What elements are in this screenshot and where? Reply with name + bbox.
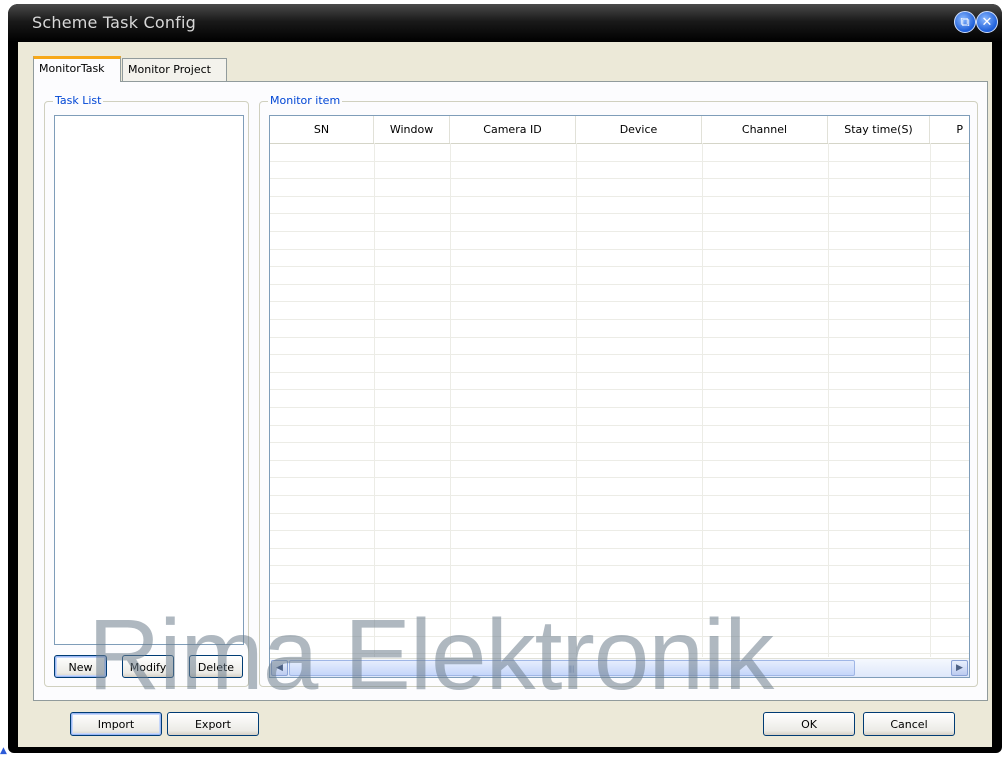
ok-button[interactable]: OK [763,712,855,736]
import-button[interactable]: Import [70,712,162,736]
tab-panel-monitortask: Task List New Modify Delete Monitor item… [33,81,988,701]
dialog-window: Scheme Task Config ⧉ ✕ MonitorTask Monit… [8,4,1002,753]
export-button[interactable]: Export [167,712,259,736]
modify-task-button[interactable]: Modify [122,655,174,678]
task-list-legend: Task List [53,94,104,107]
column-header-device[interactable]: Device [576,116,702,143]
task-list-group: Task List New Modify Delete [44,94,249,687]
grid-column-line [576,143,577,657]
scrollbar-thumb[interactable]: |||| [289,660,855,676]
cancel-button[interactable]: Cancel [863,712,955,736]
grid-column-line [374,143,375,657]
window-title: Scheme Task Config [32,13,197,32]
tab-monitortask[interactable]: MonitorTask [33,56,121,82]
column-header-sn[interactable]: SN [270,116,374,143]
column-header-stay-time[interactable]: Stay time(S) [828,116,930,143]
delete-task-button[interactable]: Delete [189,655,243,678]
dialog-client: MonitorTask Monitor Project Task List Ne… [18,42,992,747]
column-header-channel[interactable]: Channel [702,116,828,143]
new-task-button[interactable]: New [54,655,107,678]
horizontal-scrollbar[interactable]: ◀ |||| ▶ [270,658,969,677]
task-list-box[interactable] [54,115,244,645]
column-header-p[interactable]: P [930,116,969,143]
grid-column-line [930,143,931,657]
close-icon[interactable]: ✕ [976,11,998,33]
grid-column-line [828,143,829,657]
scroll-right-icon[interactable]: ▶ [951,660,968,676]
column-header-camera-id[interactable]: Camera ID [450,116,576,143]
tab-monitor-project[interactable]: Monitor Project [122,58,227,81]
grid-column-line [702,143,703,657]
monitor-item-legend: Monitor item [268,94,343,107]
grip-icon: |||| [568,665,575,673]
title-bar[interactable]: Scheme Task Config ⧉ ✕ [8,4,1002,42]
monitor-item-grid[interactable]: SN Window Camera ID Device Channel Stay … [269,115,970,678]
corner-marker-icon: ▲ [0,746,7,756]
restore-icon[interactable]: ⧉ [954,11,976,33]
monitor-item-group: Monitor item SN Window Camera ID Device … [259,94,978,687]
grid-header: SN Window Camera ID Device Channel Stay … [270,116,969,144]
grid-column-line [450,143,451,657]
scroll-left-icon[interactable]: ◀ [271,660,288,676]
column-header-window[interactable]: Window [374,116,450,143]
